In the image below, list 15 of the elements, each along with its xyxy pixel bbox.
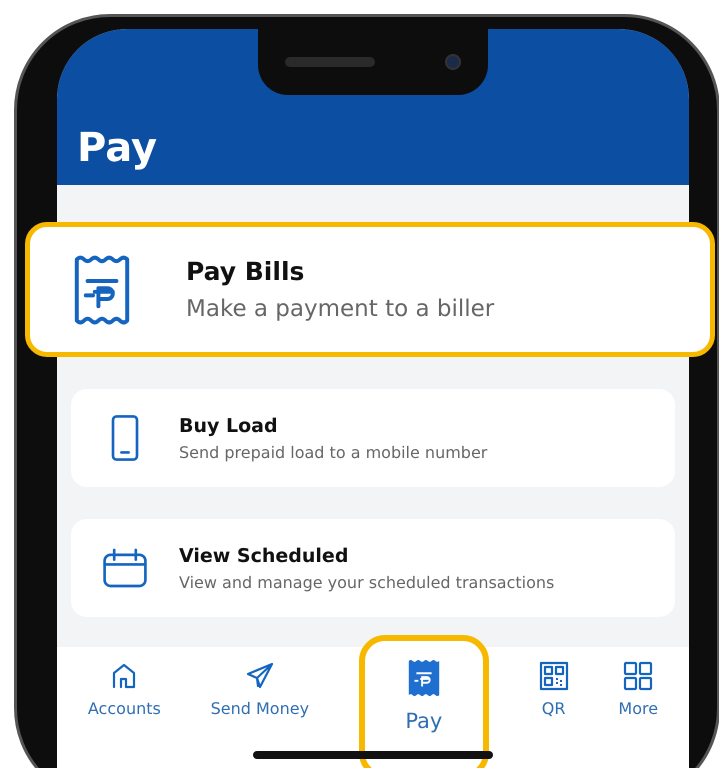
page-title: Pay xyxy=(77,125,158,171)
card-title: Buy Load xyxy=(179,414,279,436)
qr-code-icon xyxy=(538,661,569,691)
card-subtitle: Send prepaid load to a mobile number xyxy=(179,442,488,462)
grid-icon xyxy=(623,661,654,691)
menu-card[interactable]: View Scheduled View and manage your scheduled transactions xyxy=(71,519,675,617)
menu-card[interactable]: Pay Bills Make a payment to a biller xyxy=(25,222,715,357)
tab-item[interactable]: Pay xyxy=(358,635,489,768)
menu-card[interactable]: Buy Load Send prepaid load to a mobile number xyxy=(71,389,675,487)
camera-dot xyxy=(445,54,461,70)
paper-plane-icon xyxy=(244,661,275,691)
card-title: View Scheduled xyxy=(179,544,350,566)
card-subtitle: View and manage your scheduled transactions xyxy=(179,572,554,592)
card-subtitle: Make a payment to a biller xyxy=(186,296,494,322)
card-title: Pay Bills xyxy=(186,257,306,286)
